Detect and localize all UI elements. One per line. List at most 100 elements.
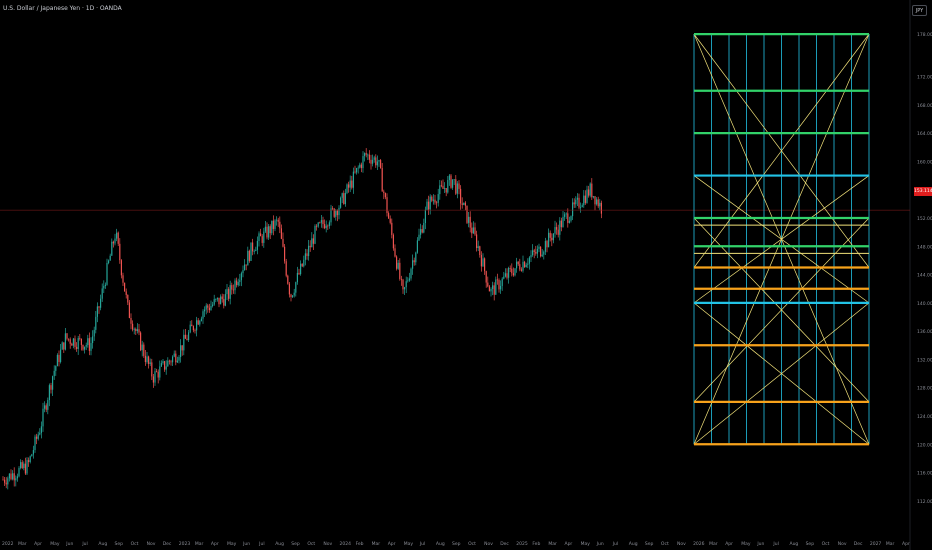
price-chart[interactable]: 178.000172.000168.000164.000160.000156.0… bbox=[0, 0, 932, 550]
candle-body bbox=[21, 462, 23, 469]
x-tick-label: Aug bbox=[275, 541, 284, 547]
candle-body bbox=[388, 213, 390, 219]
candle-body bbox=[266, 226, 268, 238]
candle-body bbox=[5, 482, 7, 485]
candle-body bbox=[226, 289, 228, 295]
y-tick-label: 120.000 bbox=[917, 442, 932, 448]
candle-body bbox=[416, 240, 418, 253]
candle-body bbox=[322, 220, 324, 225]
candle-body bbox=[135, 328, 137, 332]
candle-body bbox=[373, 157, 375, 160]
candle-body bbox=[567, 213, 569, 223]
candle-body bbox=[471, 227, 473, 234]
candle-body bbox=[600, 202, 602, 214]
candle-body bbox=[258, 233, 260, 241]
candle-body bbox=[197, 320, 199, 325]
candle-body bbox=[378, 160, 380, 162]
candle-body bbox=[517, 261, 519, 265]
x-tick-label: 2025 bbox=[516, 541, 528, 547]
symbol-title[interactable]: U.S. Dollar / Japanese Yen · 1D · OANDA bbox=[3, 5, 122, 12]
candle-body bbox=[448, 175, 450, 181]
x-tick-label: Jul bbox=[612, 541, 618, 547]
candle-body bbox=[42, 408, 44, 427]
candle-body bbox=[152, 376, 154, 383]
x-tick-label: Apr bbox=[388, 541, 396, 547]
candle-body bbox=[138, 329, 140, 333]
candle-body bbox=[436, 202, 438, 204]
x-tick-label: May bbox=[581, 541, 591, 547]
currency-button[interactable]: JPY bbox=[912, 5, 927, 16]
candle-body bbox=[261, 236, 263, 243]
candle-body bbox=[36, 436, 38, 439]
candle-body bbox=[399, 262, 401, 279]
candle-body bbox=[479, 246, 481, 256]
candle-body bbox=[423, 223, 425, 233]
candle-body bbox=[216, 297, 218, 300]
candle-body bbox=[108, 260, 110, 263]
candle-body bbox=[528, 257, 530, 264]
candle-body bbox=[312, 238, 314, 244]
x-tick-label: Oct bbox=[468, 541, 476, 547]
x-tick-label: Aug bbox=[629, 541, 638, 547]
candle-body bbox=[26, 460, 28, 474]
candle-body bbox=[320, 220, 322, 223]
candle-body bbox=[356, 168, 358, 173]
candle-body bbox=[340, 197, 342, 208]
x-tick-label: Oct bbox=[661, 541, 669, 547]
candle-body bbox=[34, 436, 36, 451]
x-tick-label: May bbox=[50, 541, 60, 547]
candle-body bbox=[572, 202, 574, 217]
candle-body bbox=[495, 279, 497, 295]
candle-body bbox=[88, 338, 90, 351]
candle-body bbox=[452, 179, 454, 188]
candle-body bbox=[573, 202, 575, 205]
x-tick-label: Aug bbox=[98, 541, 107, 547]
candle-body bbox=[300, 263, 302, 275]
candle-body bbox=[120, 260, 122, 276]
candle-body bbox=[66, 333, 68, 339]
candle-body bbox=[228, 289, 230, 299]
candle-body bbox=[325, 225, 327, 229]
candle-body bbox=[288, 283, 290, 295]
candle-body bbox=[79, 338, 81, 339]
candle-body bbox=[442, 185, 444, 189]
candle-body bbox=[335, 210, 337, 217]
candle-body bbox=[210, 306, 212, 311]
candle-body bbox=[488, 286, 490, 292]
x-tick-label: Aug bbox=[436, 541, 445, 547]
candle-body bbox=[218, 297, 220, 305]
x-tick-label: 2023 bbox=[179, 541, 191, 547]
candle-body bbox=[540, 246, 542, 257]
x-tick-label: Jul bbox=[258, 541, 264, 547]
candle-body bbox=[458, 183, 460, 189]
candle-body bbox=[512, 273, 514, 276]
y-tick-label: 128.000 bbox=[917, 386, 932, 392]
candle-body bbox=[588, 189, 590, 196]
x-tick-label: Nov bbox=[147, 541, 156, 547]
x-tick-label: Jul bbox=[81, 541, 87, 547]
candle-body bbox=[405, 281, 407, 288]
candle-body bbox=[466, 205, 468, 223]
x-tick-label: Sep bbox=[645, 541, 654, 547]
candle-body bbox=[368, 154, 370, 160]
candle-body bbox=[154, 371, 156, 383]
candle-body bbox=[391, 222, 393, 235]
candle-body bbox=[24, 463, 26, 474]
y-tick-label: 116.000 bbox=[917, 471, 932, 477]
candle-body bbox=[116, 232, 118, 239]
x-tick-label: Jun bbox=[596, 541, 604, 547]
y-tick-label: 168.000 bbox=[917, 103, 932, 109]
x-tick-label: 2026 bbox=[693, 541, 705, 547]
candle-body bbox=[413, 260, 415, 263]
candle-body bbox=[93, 329, 95, 337]
candle-body bbox=[591, 183, 593, 198]
candle-body bbox=[37, 434, 39, 439]
candle-body bbox=[431, 196, 433, 201]
candle-body bbox=[117, 232, 119, 244]
candle-body bbox=[343, 193, 345, 205]
candle-body bbox=[279, 221, 281, 229]
candle-body bbox=[74, 338, 76, 347]
candle-body bbox=[447, 180, 449, 193]
candle-body bbox=[173, 353, 175, 357]
candle-body bbox=[48, 385, 50, 401]
